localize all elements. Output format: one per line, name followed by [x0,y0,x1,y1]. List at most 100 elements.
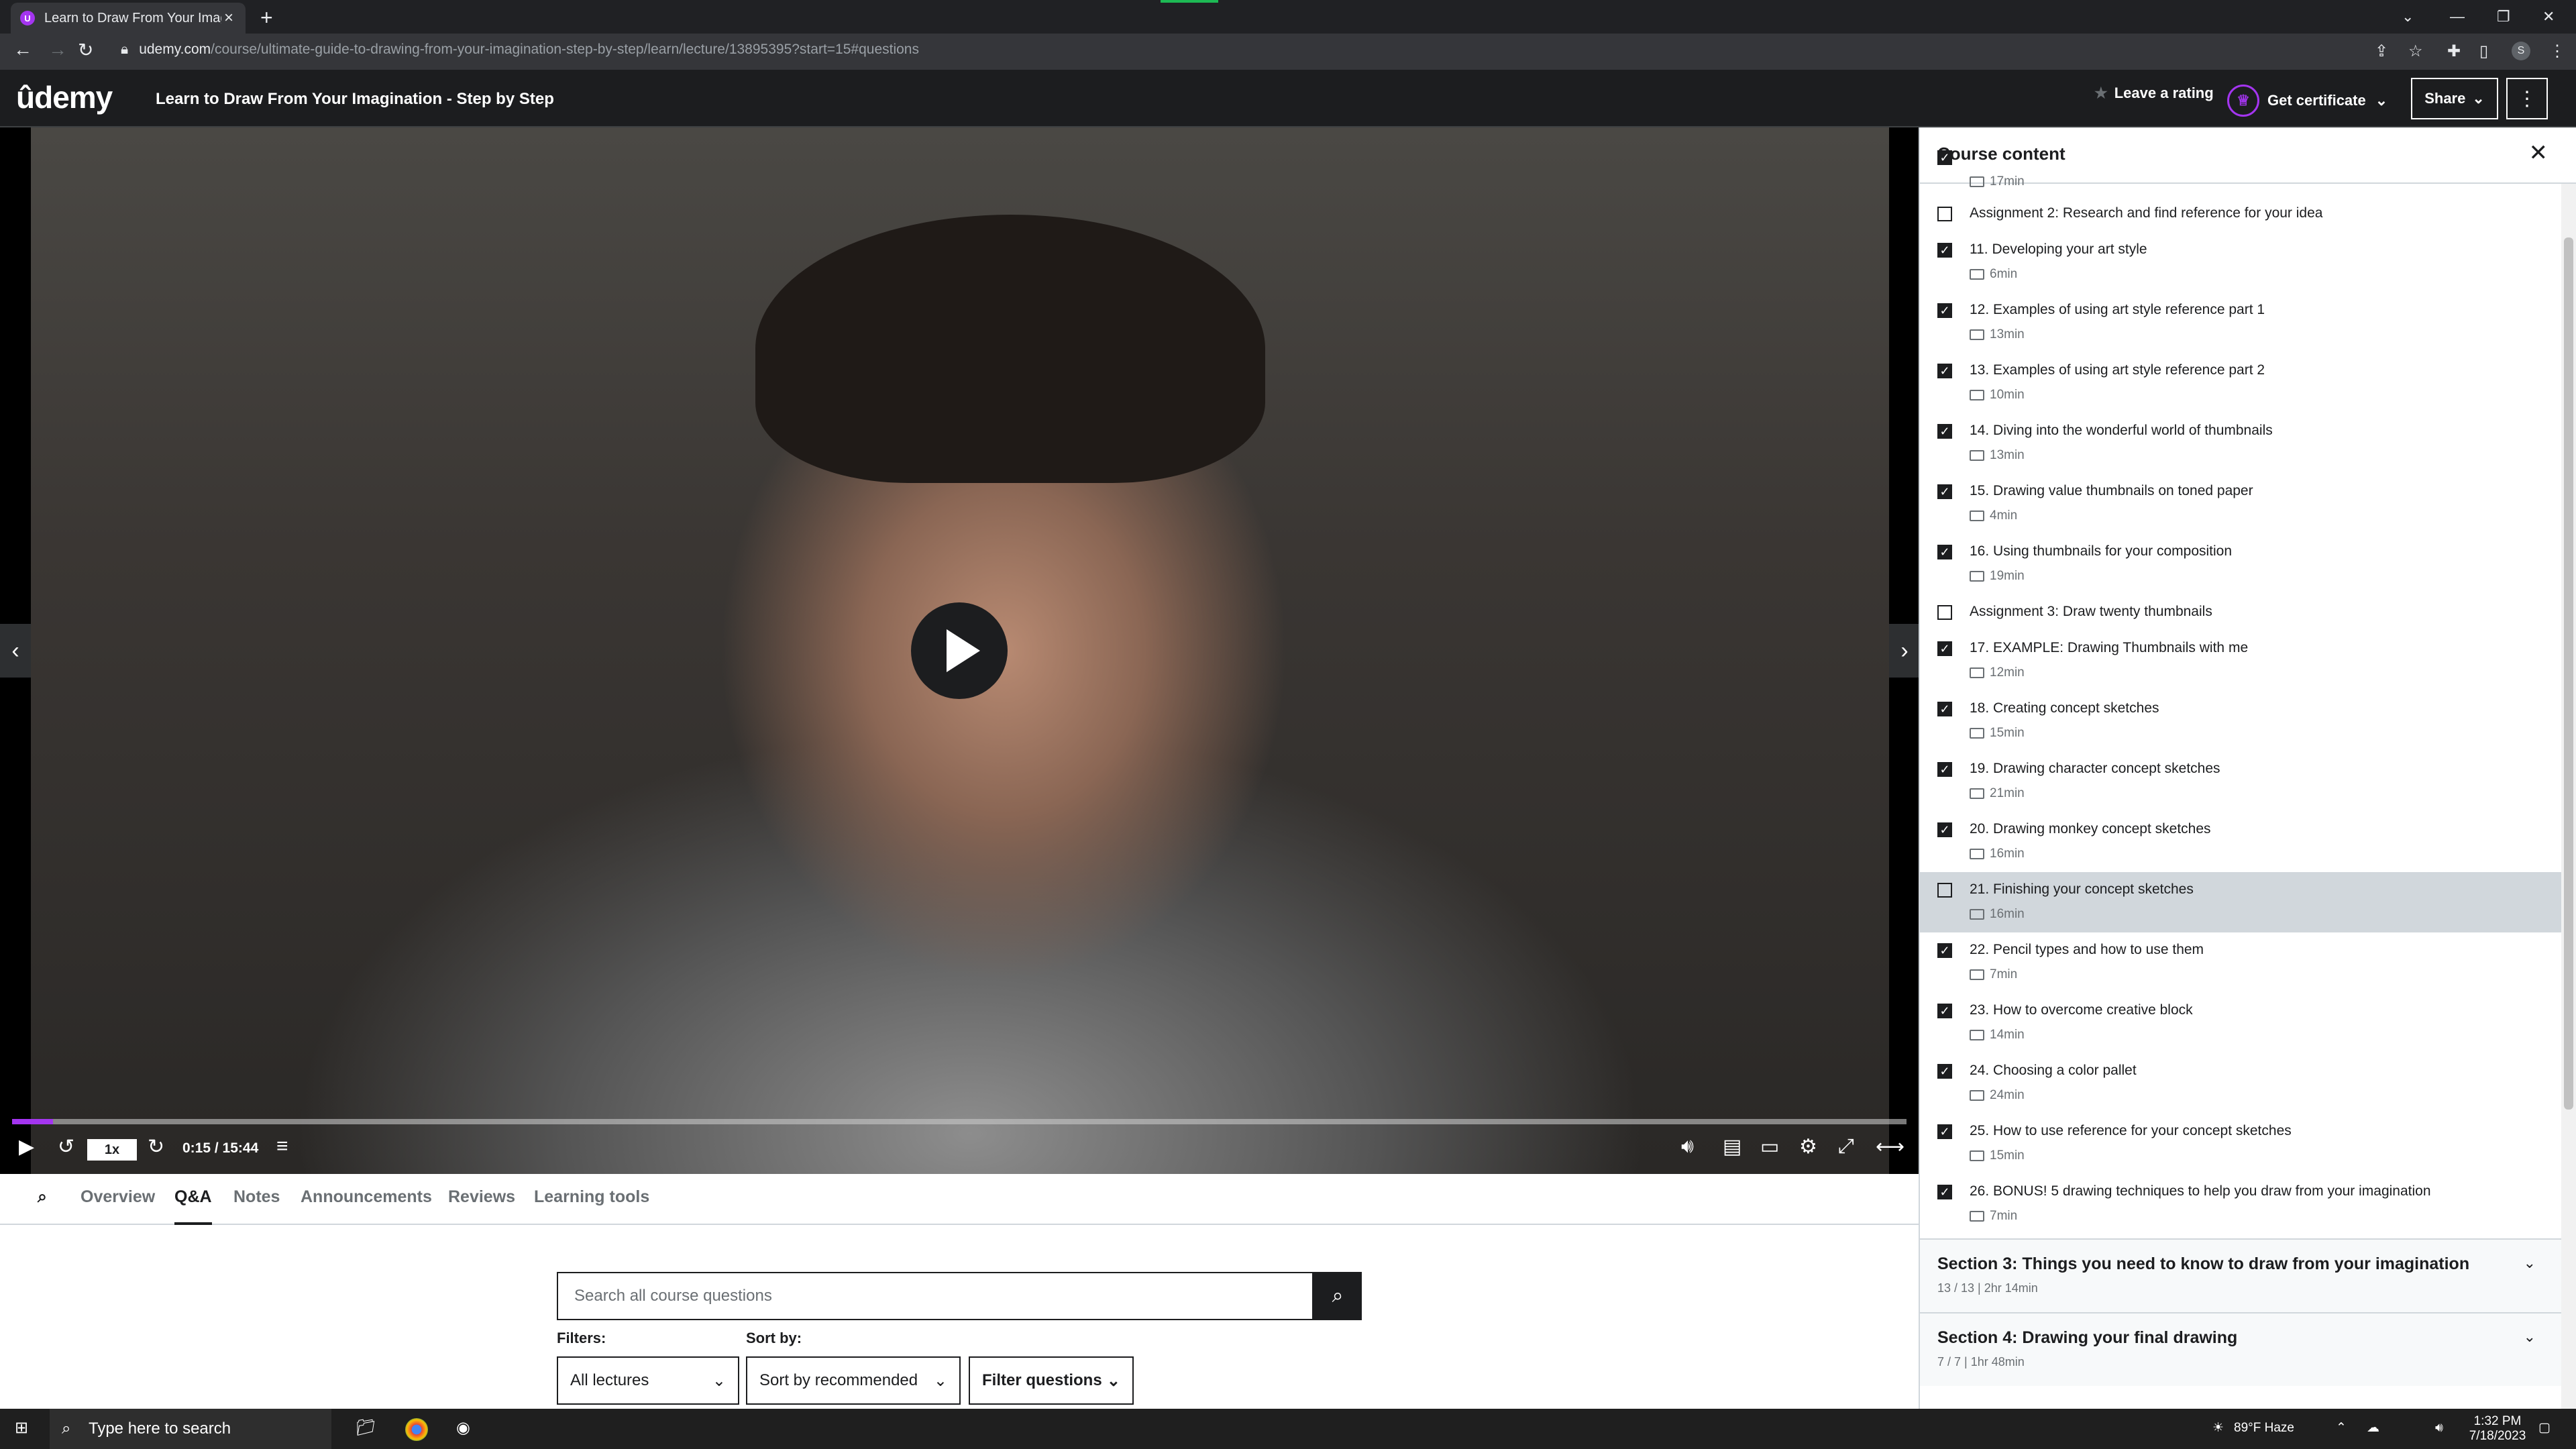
tab-search-icon[interactable]: ⌄ [2402,0,2414,34]
lecture-item[interactable]: ✓ 22. Pencil types and how to use them 7mi… [1920,932,2563,993]
volume-icon[interactable]: 🔊︎ [1681,1135,1694,1158]
forward-icon[interactable]: → [48,39,67,60]
completion-checkbox[interactable]: ✓ [1937,364,1952,378]
scrollbar-thumb[interactable] [2564,237,2573,1110]
lecture-item[interactable]: ✓ 12. Examples of using art style referen… [1920,292,2563,353]
browser-menu-icon[interactable]: ⋮ [2549,42,2565,61]
assignment-item[interactable]: Assignment 2: Research and find referenc… [1920,196,2563,232]
completion-checkbox[interactable]: ✓ [1937,1124,1952,1139]
clock[interactable]: 1:32 PM 7/18/2023 [2461,1414,2534,1444]
leave-rating-button[interactable]: ★ Leave a rating [2094,85,2214,102]
chrome-icon[interactable] [405,1418,428,1441]
more-options-icon[interactable]: ⋮ [2506,78,2548,119]
completion-checkbox[interactable]: ✓ [1937,1185,1952,1199]
browser-tab[interactable]: U Learn to Draw From Your Imagina × [11,3,246,34]
rewind-icon[interactable]: ↺ [58,1135,74,1159]
tab-announcements[interactable]: Announcements [301,1187,432,1207]
minimize-icon[interactable]: — [2450,0,2465,34]
lecture-item[interactable]: ✓ 24. Choosing a color pallet 24min [1920,1053,2563,1114]
completion-checkbox[interactable]: ✓ [1937,1064,1952,1079]
lecture-item[interactable]: ✓ 20. Drawing monkey concept sketches 16mi… [1920,812,2563,872]
extensions-icon[interactable]: ✚ [2447,42,2461,61]
profile-avatar[interactable]: S [2512,42,2530,60]
completion-checkbox[interactable]: ✓ [1937,762,1952,777]
close-tab-icon[interactable]: × [221,9,236,28]
udemy-logo[interactable]: ûdemy [16,79,113,115]
lecture-item[interactable]: ✓ 15. Drawing value thumbnails on toned p… [1920,474,2563,534]
restore-icon[interactable]: ❐ [2497,0,2510,34]
back-icon[interactable]: ← [13,39,32,60]
completion-checkbox[interactable]: ✓ [1937,822,1952,837]
search-icon[interactable]: ⌕ [38,1187,47,1207]
completion-checkbox[interactable]: ✓ [1937,303,1952,318]
completion-checkbox[interactable] [1937,883,1952,898]
sort-select[interactable]: Sort by recommended ⌄ [746,1356,961,1405]
play-control-icon[interactable]: ▶ [19,1135,34,1159]
share-page-icon[interactable]: ⇪ [2375,42,2388,61]
lecture-item[interactable]: ✓ 18. Creating concept sketches 15min [1920,691,2563,751]
completion-checkbox[interactable] [1937,605,1952,620]
course-title[interactable]: Learn to Draw From Your Imagination - St… [156,90,554,109]
completion-checkbox[interactable]: ✓ [1937,545,1952,559]
video-player[interactable]: ‹ › ▶ ↺ 1x ↻ 0:15 / 15:44 ≡ 🔊︎ ▤ ▭ ⚙ ⤢ ⟷ [0,127,1919,1174]
settings-gear-icon[interactable]: ⚙ [1799,1135,1817,1159]
course-section[interactable]: Section 3: Things you need to know to dr… [1920,1238,2563,1312]
lecture-item[interactable]: ✓ 19. Drawing character concept sketches 2… [1920,751,2563,812]
transcript-icon[interactable]: ▤ [1723,1135,1741,1159]
windows-start-icon[interactable]: ⊞ [15,1418,28,1438]
completion-checkbox[interactable]: ✓ [1937,702,1952,716]
lecture-item[interactable]: ✓ 17. EXAMPLE: Drawing Thumbnails with me… [1920,631,2563,691]
lecture-item[interactable]: ✓ 16. Using thumbnails for your compositi… [1920,534,2563,594]
expand-icon[interactable]: ⟷ [1876,1135,1904,1159]
volume-tray-icon[interactable]: 🔊︎ [2435,1421,2443,1436]
network-icon[interactable]: ☁ [2367,1421,2379,1436]
assignment-item[interactable]: Assignment 3: Draw twenty thumbnails [1920,594,2563,631]
lecture-item[interactable]: ✓ 11. Developing your art style 6min [1920,232,2563,292]
tab-reviews[interactable]: Reviews [448,1187,515,1207]
filter-questions-button[interactable]: Filter questions ⌄ [969,1356,1134,1405]
playlist-icon[interactable]: ≡ [276,1135,288,1158]
tab-overview[interactable]: Overview [80,1187,155,1207]
completion-checkbox[interactable] [1937,207,1952,221]
close-window-icon[interactable]: ✕ [2542,0,2555,34]
qa-search-button[interactable]: ⌕ [1313,1272,1362,1320]
tab-notes[interactable]: Notes [233,1187,280,1207]
completion-checkbox[interactable]: ✓ [1937,484,1952,499]
qa-search-input[interactable]: Search all course questions [557,1272,1313,1320]
fullscreen-icon[interactable]: ⤢ [1838,1135,1854,1158]
video-progress-bar[interactable] [12,1119,1907,1124]
course-section[interactable]: Section 4: Drawing your final drawing 7 /… [1920,1312,2563,1386]
play-button[interactable] [911,602,1008,699]
completion-checkbox[interactable]: ✓ [1937,243,1952,258]
lecture-item[interactable]: ✓ 13. Examples of using art style referen… [1920,353,2563,413]
completion-checkbox[interactable]: ✓ [1937,1004,1952,1018]
tab-qa[interactable]: Q&A [174,1187,212,1225]
completion-checkbox[interactable]: ✓ [1937,943,1952,958]
lecture-item[interactable]: ✓ 25. How to use reference for your conce… [1920,1114,2563,1174]
weather-text[interactable]: 89°F Haze [2234,1421,2294,1436]
taskbar-search-input[interactable]: ⌕ Type here to search [50,1409,331,1449]
notifications-icon[interactable]: ▢ [2538,1421,2551,1436]
captions-icon[interactable]: ▭ [1760,1135,1779,1159]
lecture-item[interactable]: ✓ 14. Diving into the wonderful world of … [1920,413,2563,474]
forward-skip-icon[interactable]: ↻ [148,1135,164,1159]
github-icon[interactable]: ◉ [456,1418,470,1438]
lecture-item[interactable]: ✓ 26. BONUS! 5 drawing techniques to help… [1920,1174,2563,1234]
completion-checkbox[interactable]: ✓ [1937,150,1952,165]
lecture-filter-select[interactable]: All lectures ⌄ [557,1356,739,1405]
tray-chevron-icon[interactable]: ⌃ [2336,1421,2347,1436]
share-button[interactable]: Share ⌄ [2411,78,2498,119]
get-certificate-button[interactable]: ♕ Get certificate ⌄ [2227,85,2387,117]
file-explorer-icon[interactable]: 📁︎ [356,1418,376,1438]
reload-icon[interactable]: ↻ [78,39,93,61]
completion-checkbox[interactable]: ✓ [1937,424,1952,439]
sidebar-scrollbar[interactable] [2561,184,2576,1409]
completion-checkbox[interactable]: ✓ [1937,641,1952,656]
lecture-item[interactable]: 21. Finishing your concept sketches 16min [1920,872,2563,932]
tab-learning-tools[interactable]: Learning tools [534,1187,649,1207]
lecture-item[interactable]: ✓ 23. How to overcome creative block 14min [1920,993,2563,1053]
next-lecture-icon[interactable]: › [1889,624,1919,678]
new-tab-icon[interactable]: + [260,5,273,30]
side-panel-icon[interactable]: ▯ [2479,42,2488,61]
bookmark-star-icon[interactable]: ☆ [2408,42,2423,61]
